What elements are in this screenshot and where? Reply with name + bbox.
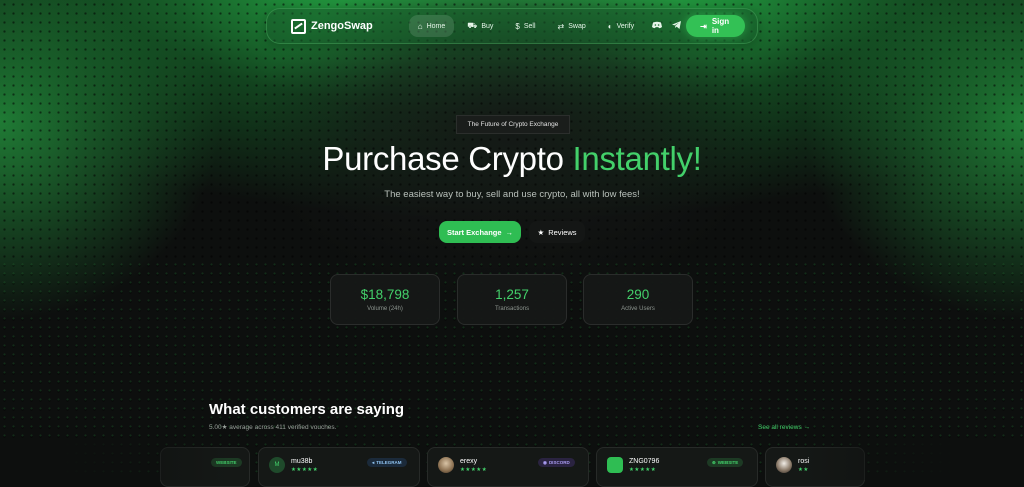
source-badge: ⊕ WEBSITE: [707, 458, 744, 467]
stat-value: $18,798: [360, 287, 410, 302]
stat-label: Volume (24h): [367, 306, 403, 312]
shield-icon: ◐: [607, 21, 613, 31]
discord-icon[interactable]: [652, 21, 663, 31]
hero-subtitle: The easiest way to buy, sell and use cry…: [384, 189, 640, 200]
section-title: What customers are saying: [209, 401, 405, 418]
reviews-button[interactable]: ★ Reviews: [529, 221, 585, 243]
avatar: [607, 457, 623, 473]
headline-white: Purchase Crypto: [322, 140, 573, 177]
testimonial-card[interactable]: ZNG0796 ★★★★★ ⊕ WEBSITE: [596, 447, 758, 487]
stat-value: 1,257: [495, 287, 529, 302]
page-title: Purchase Crypto Instantly!: [0, 140, 1024, 178]
brand[interactable]: ZengoSwap: [291, 18, 373, 34]
section-subtitle: 5.00★ average across 411 verified vouche…: [209, 424, 337, 431]
badge-label: WEBSITE: [717, 460, 739, 465]
source-badge: ◂ TELEGRAM: [367, 458, 407, 467]
telegram-icon: ◂: [372, 459, 375, 465]
avatar: M: [269, 457, 285, 473]
nav-link-swap[interactable]: ⇄ Swap: [549, 15, 595, 37]
fade-overlay-left: [0, 440, 230, 480]
nav-link-label: Sell: [523, 22, 536, 30]
sign-in-button[interactable]: ⇥ Sign in: [686, 15, 745, 37]
testimonial-card[interactable]: erexy ★★★★★ ◉ DISCORD: [427, 447, 589, 487]
nav-link-label: Verify: [616, 22, 635, 30]
tagline-pill: The Future of Crypto Exchange: [456, 115, 570, 134]
zengoswap-logo-icon: [291, 18, 306, 34]
home-icon: ⌂: [417, 21, 423, 31]
globe-icon: ⊕: [712, 459, 716, 465]
stat-label: Active Users: [621, 306, 655, 312]
badge-label: TELEGRAM: [376, 460, 402, 465]
navbar: ZengoSwap ⌂ Home ⛟ Buy $ Sell ⇄ Swap ◐ V…: [266, 8, 758, 44]
rating-stars: ★★★★★: [629, 467, 657, 473]
nav-link-sell[interactable]: $ Sell: [506, 15, 544, 37]
stat-card-transactions: 1,257 Transactions: [457, 274, 567, 325]
start-exchange-button[interactable]: Start Exchange →: [439, 221, 521, 243]
nav-link-buy[interactable]: ⛟ Buy: [458, 15, 502, 37]
see-all-label: See all reviews: [758, 424, 802, 431]
fade-overlay-right: [800, 440, 1024, 480]
see-all-reviews-link[interactable]: See all reviews →: [758, 424, 810, 431]
reviewer-name: erexy: [460, 458, 478, 465]
rating-stars: ★★★★★: [291, 467, 319, 473]
nav-link-verify[interactable]: ◐ Verify: [599, 15, 643, 37]
nav-link-label: Home: [426, 22, 446, 30]
brand-name: ZengoSwap: [311, 20, 373, 32]
reviewer-name: ZNG0796: [629, 458, 660, 465]
start-exchange-label: Start Exchange: [446, 227, 502, 237]
avatar: [438, 457, 454, 473]
telegram-icon[interactable]: [672, 21, 682, 31]
stat-card-volume: $18,798 Volume (24h): [330, 274, 440, 325]
nav-link-label: Swap: [568, 22, 586, 30]
reviews-label: Reviews: [548, 227, 577, 237]
avatar: [776, 457, 792, 473]
source-badge: ◉ DISCORD: [538, 458, 575, 467]
stat-label: Transactions: [494, 306, 530, 312]
star-icon: ★: [537, 227, 545, 237]
stat-card-active-users: 290 Active Users: [583, 274, 693, 325]
rating-stars: ★★★★★: [460, 467, 488, 473]
cart-icon: ⛟: [467, 21, 478, 30]
sign-in-label: Sign in: [711, 17, 730, 35]
dollar-icon: $: [515, 21, 520, 31]
arrow-right-icon: →: [505, 227, 514, 237]
arrow-right-icon: →: [803, 424, 811, 431]
nav-link-label: Buy: [481, 22, 494, 30]
badge-label: DISCORD: [548, 460, 570, 465]
reviewer-name: mu38b: [291, 458, 313, 465]
stat-value: 290: [626, 287, 650, 302]
swap-icon: ⇄: [557, 21, 565, 31]
testimonial-card[interactable]: M mu38b ★★★★★ ◂ TELEGRAM: [258, 447, 420, 487]
nav-link-home[interactable]: ⌂ Home: [408, 15, 455, 37]
headline-green: Instantly!: [572, 140, 702, 177]
sign-in-icon: ⇥: [700, 21, 707, 31]
discord-icon: ◉: [543, 459, 547, 465]
avatar-initial: M: [274, 462, 280, 468]
